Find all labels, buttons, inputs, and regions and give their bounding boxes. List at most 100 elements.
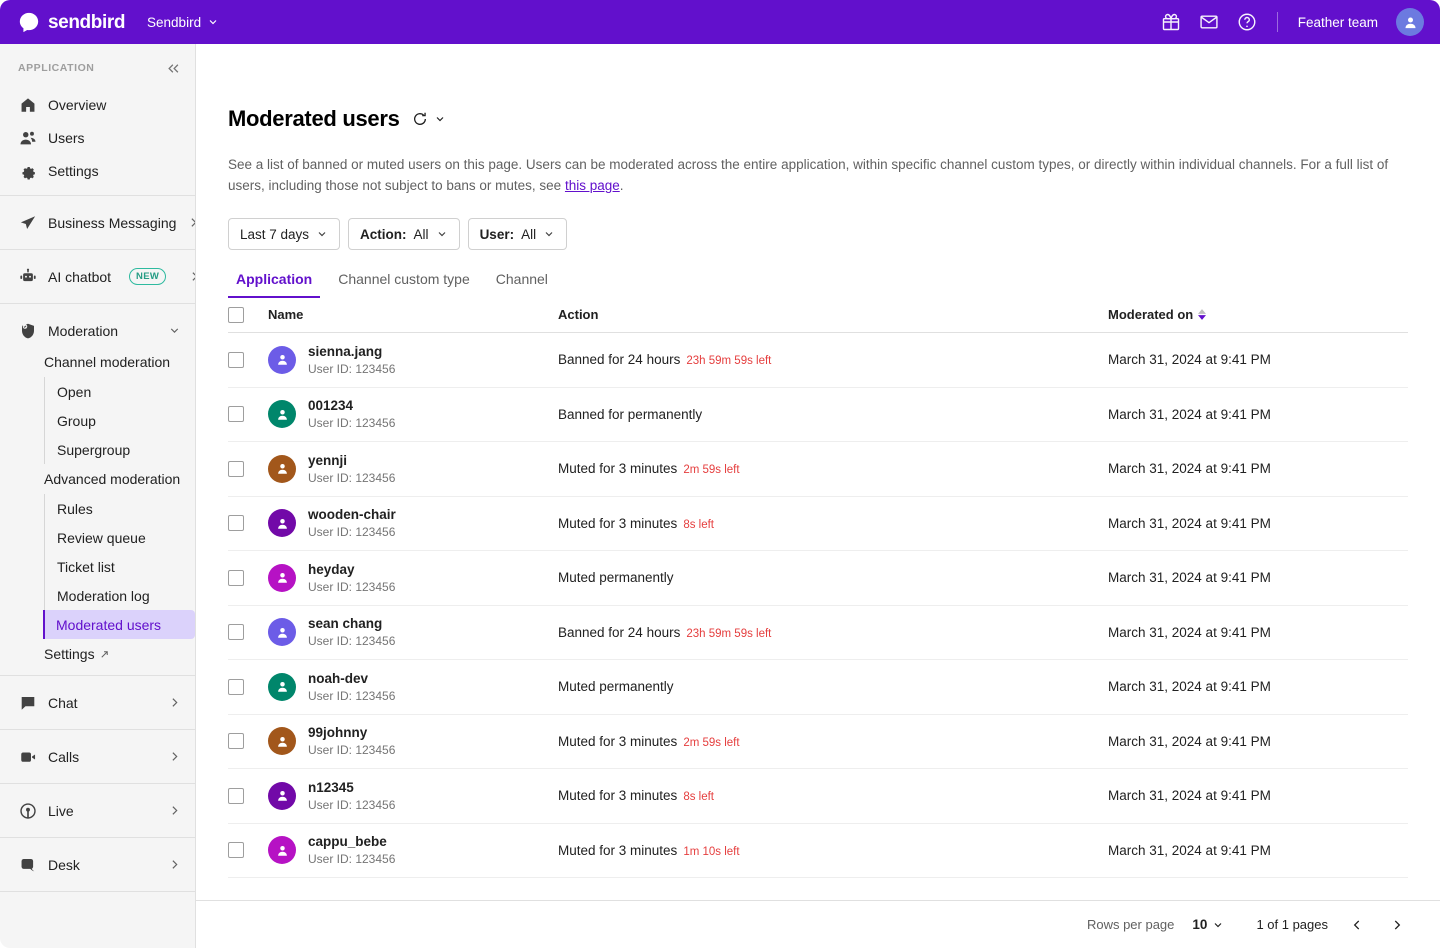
chevron-left-icon <box>1353 919 1360 930</box>
sidebar-item-overview[interactable]: Overview <box>0 88 195 121</box>
sidebar-item-rules[interactable]: Rules <box>44 494 195 523</box>
row-checkbox[interactable] <box>228 624 244 641</box>
row-checkbox[interactable] <box>228 515 244 532</box>
select-all-checkbox[interactable] <box>228 306 244 323</box>
user-avatar-icon <box>277 845 287 856</box>
sidebar-item-group[interactable]: Group <box>44 406 195 435</box>
sidebar-item-label: AI chatbot <box>48 268 112 285</box>
row-checkbox[interactable] <box>228 678 244 695</box>
table-row[interactable]: wooden-chair User ID: 123456 Muted for 3 m… <box>228 497 1408 551</box>
user-info: wooden-chair User ID: 123456 <box>308 506 396 540</box>
sidebar-item-chat[interactable]: Chat <box>0 686 195 719</box>
user-info: heyday User ID: 123456 <box>308 561 395 595</box>
sort-moderated-on-button[interactable]: Moderated on <box>1108 307 1207 322</box>
user-filter[interactable]: User: All <box>467 218 568 250</box>
row-checkbox[interactable] <box>228 733 244 750</box>
row-checkbox[interactable] <box>228 569 244 586</box>
row-checkbox[interactable] <box>228 842 244 859</box>
user-info: cappu_bebe User ID: 123456 <box>308 833 395 867</box>
broadcast-icon <box>18 801 37 820</box>
avatar <box>268 509 296 538</box>
sidebar-subgroup-channel-moderation[interactable]: Channel moderation <box>0 347 195 377</box>
row-checkbox[interactable] <box>228 406 244 423</box>
new-badge: NEW <box>129 268 167 285</box>
sidebar-item-business-messaging[interactable]: Business Messaging <box>0 206 195 239</box>
user-avatar-icon <box>277 736 287 747</box>
chevron-down-icon <box>436 117 443 122</box>
table-row[interactable]: cappu_bebe User ID: 123456 Muted for 3 min… <box>228 824 1408 878</box>
application-switcher[interactable]: Sendbird <box>147 15 219 30</box>
action-filter[interactable]: Action: All <box>348 218 460 250</box>
user-id: User ID: 123456 <box>308 688 396 703</box>
date-range-filter[interactable]: Last 7 days <box>228 218 341 250</box>
time-remaining: 8s left <box>683 791 714 804</box>
sidebar-item-desk[interactable]: Desk <box>0 848 195 881</box>
sidebar-item-moderation[interactable]: Moderation <box>0 314 195 347</box>
moderated-on-cell: March 31, 2024 at 9:41 PM <box>1108 733 1271 749</box>
mail-icon[interactable] <box>1199 12 1219 32</box>
next-page-button[interactable] <box>1386 914 1408 936</box>
sidebar-subgroup-advanced-moderation[interactable]: Advanced moderation <box>0 464 195 494</box>
sidebar-item-label: Business Messaging <box>48 214 177 231</box>
sidebar-item-moderation-log[interactable]: Moderation log <box>44 581 195 610</box>
sidebar-item-label: Settings <box>48 162 99 179</box>
chevron-right-icon <box>168 696 181 709</box>
user-id: User ID: 123456 <box>308 797 396 812</box>
this-page-link[interactable]: this page <box>565 178 620 193</box>
sidebar-collapse-button[interactable] <box>166 61 181 76</box>
sidebar-item-live[interactable]: Live <box>0 794 195 827</box>
avatar <box>268 563 296 592</box>
sidebar-item-open[interactable]: Open <box>44 377 195 406</box>
table-row[interactable]: n12345 User ID: 123456 Muted for 3 minutes… <box>228 769 1408 824</box>
sidebar-subgroup-title: Advanced moderation <box>44 471 181 487</box>
table-row[interactable]: heyday User ID: 123456 Muted permanently Ma… <box>228 551 1408 606</box>
chevron-right-icon <box>187 216 195 229</box>
sidebar-item-ai-chatbot[interactable]: AI chatbot NEW <box>0 260 195 293</box>
tab-channel[interactable]: Channel <box>488 271 556 298</box>
action-text: Banned for 24 hours <box>558 352 681 368</box>
action-cell: Muted for 3 minutes 2m 59s left <box>558 461 1108 476</box>
avatar[interactable] <box>1396 8 1424 36</box>
brand-logo[interactable]: sendbird <box>18 11 125 33</box>
page-description-text: See a list of banned or muted users on t… <box>228 157 1389 193</box>
row-checkbox[interactable] <box>228 787 244 804</box>
table-row[interactable]: yennji User ID: 123456 Muted for 3 minutes… <box>228 442 1408 497</box>
row-checkbox[interactable] <box>228 351 244 368</box>
time-remaining: 23h 59m 59s left <box>686 355 772 368</box>
team-name[interactable]: Feather team <box>1298 15 1378 30</box>
help-circle-icon[interactable] <box>1237 12 1257 32</box>
rows-per-page-select[interactable]: 10 <box>1192 917 1224 932</box>
table-row[interactable]: noah-dev User ID: 123456 Muted permanently… <box>228 660 1408 715</box>
rows-per-page-label: Rows per page <box>1086 917 1175 932</box>
table-row[interactable]: sean chang User ID: 123456 Banned for 24 h… <box>228 606 1408 660</box>
previous-page-button[interactable] <box>1346 914 1368 936</box>
sidebar-item-users[interactable]: Users <box>0 121 195 154</box>
sidebar-item-moderation-settings[interactable]: Settings <box>0 639 195 669</box>
sidebar-item-calls[interactable]: Calls <box>0 740 195 773</box>
sidebar-item-ticket-list[interactable]: Ticket list <box>44 552 195 581</box>
sidebar-item-settings[interactable]: Settings <box>0 154 195 187</box>
table-row[interactable]: sienna.jang User ID: 123456 Banned for 24 … <box>228 333 1408 388</box>
user-name: noah-dev <box>308 670 369 686</box>
user-info: 99johnny User ID: 123456 <box>308 724 395 758</box>
row-select-cell <box>228 733 268 750</box>
shield-check-icon <box>18 321 37 340</box>
table-row[interactable]: 99johnny User ID: 123456 Muted for 3 minut… <box>228 715 1408 769</box>
user-name: 99johnny <box>308 725 368 741</box>
action-cell: Muted for 3 minutes 1m 10s left <box>558 843 1108 858</box>
action-text: Banned for 24 hours <box>558 624 681 640</box>
tab-channel-custom-type[interactable]: Channel custom type <box>330 271 478 298</box>
user-id: User ID: 123456 <box>308 743 396 758</box>
tab-application[interactable]: Application <box>228 271 321 298</box>
table-row[interactable]: 001234 User ID: 123456 Banned for permanen… <box>228 388 1408 442</box>
row-checkbox[interactable] <box>228 460 244 477</box>
moderated-on-cell: March 31, 2024 at 9:41 PM <box>1108 842 1271 858</box>
sidebar-item-supergroup[interactable]: Supergroup <box>44 435 195 464</box>
sidebar-item-moderated-users[interactable]: Moderated users <box>43 610 195 639</box>
avatar <box>268 727 296 756</box>
sidebar-item-review-queue[interactable]: Review queue <box>44 523 195 552</box>
refresh-button[interactable] <box>412 111 446 127</box>
chevron-right-icon <box>168 858 181 871</box>
gift-icon[interactable] <box>1161 12 1181 32</box>
user-id: User ID: 123456 <box>308 634 396 649</box>
